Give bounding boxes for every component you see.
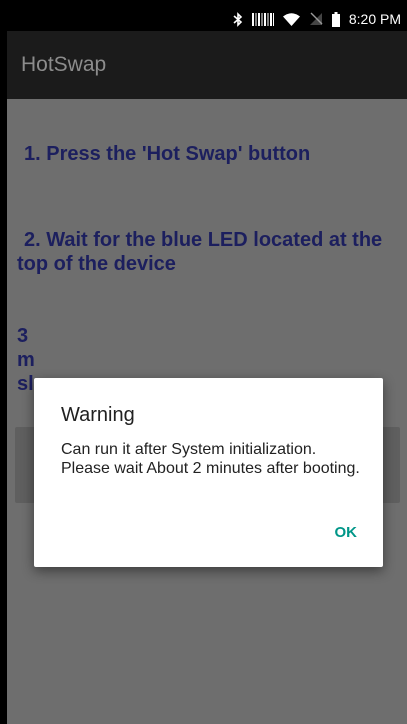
ok-button[interactable]: OK — [327, 518, 366, 547]
app-title: HotSwap — [21, 53, 107, 76]
no-sim-icon — [309, 11, 323, 27]
step-2-text: 2. Wait for the blue LED located at the … — [17, 229, 383, 275]
step-3-fragment: 3 — [17, 325, 29, 347]
bluetooth-icon — [233, 11, 243, 27]
dialog-message: Can run it after System initialization. … — [61, 441, 360, 477]
dialog-title: Warning — [61, 404, 135, 426]
device-screen: 8:20 PM HotSwap 1. Press the 'Hot Swap' … — [7, 7, 407, 724]
app-bar: HotSwap — [7, 31, 407, 99]
wifi-icon — [282, 11, 300, 27]
status-bar: 8:20 PM — [7, 7, 407, 31]
step-1-text: 1. Press the 'Hot Swap' button — [24, 143, 311, 165]
instructions-panel: 1. Press the 'Hot Swap' button 2. Wait f… — [7, 99, 407, 724]
step-3-fragment: m — [17, 349, 35, 371]
barcode-icon — [251, 11, 274, 27]
warning-dialog: Warning Can run it after System initiali… — [34, 378, 383, 567]
battery-icon — [331, 11, 340, 27]
status-time: 8:20 PM — [348, 11, 401, 27]
